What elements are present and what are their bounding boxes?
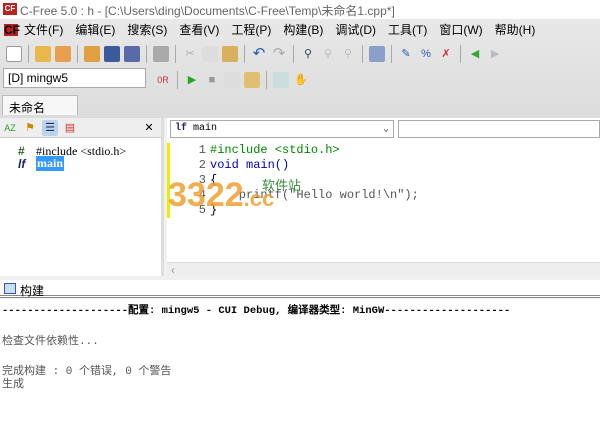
function-icon: lf: [18, 157, 26, 171]
doc-logo-icon: CF: [4, 22, 20, 37]
cut-icon[interactable]: ✂: [182, 46, 198, 62]
outline-item-main[interactable]: main: [36, 156, 65, 171]
comment-icon[interactable]: %: [418, 46, 434, 62]
undo-icon[interactable]: ↶: [251, 46, 267, 62]
menu-build[interactable]: 构建(B): [283, 21, 323, 38]
step-icon[interactable]: [273, 72, 289, 88]
new-file-icon[interactable]: [6, 46, 22, 62]
close-icon[interactable]: ✕: [141, 120, 157, 136]
compile-icon[interactable]: 0R: [155, 72, 171, 88]
menu-view[interactable]: 查看(V): [179, 21, 219, 38]
find-prev-icon[interactable]: ⚲: [320, 46, 336, 62]
compiler-select[interactable]: [D] mingw5: [3, 68, 146, 88]
output-line: 完成构建 : 0 个错误, 0 个警告: [2, 366, 172, 378]
stop-icon[interactable]: ■: [204, 72, 220, 88]
forward-icon[interactable]: ▶: [487, 46, 503, 62]
list-view-icon[interactable]: ☰: [42, 119, 58, 136]
open-project-icon[interactable]: [55, 46, 71, 62]
menu-debug[interactable]: 调试(D): [335, 21, 376, 38]
compiler-value: [D] mingw5: [8, 71, 69, 85]
function-select[interactable]: lf main ⌄: [170, 120, 394, 138]
rebuild-icon[interactable]: [244, 72, 260, 88]
title-bar: CF C-Free 5.0 : h - [C:\Users\ding\Docum…: [0, 0, 600, 19]
watermark-sub: 软件站: [262, 178, 302, 193]
chevron-down-icon: ⌄: [382, 124, 389, 135]
menu-tools[interactable]: 工具(T): [388, 21, 427, 38]
hand-icon[interactable]: ✋: [293, 72, 309, 88]
menu-window[interactable]: 窗口(W): [439, 21, 482, 38]
filter-icon[interactable]: ⚑: [22, 120, 38, 136]
options-icon[interactable]: ▤: [62, 120, 78, 136]
build-panel-title: 构建: [20, 284, 45, 298]
code-line[interactable]: 2 void main(): [170, 158, 289, 173]
menu-help[interactable]: 帮助(H): [495, 21, 536, 38]
new-project-icon[interactable]: [84, 46, 100, 62]
menu-project[interactable]: 工程(P): [231, 21, 271, 38]
menu-bar: CF 文件(F) 编辑(E) 搜索(S) 查看(V) 工程(P) 构建(B) 调…: [0, 20, 547, 39]
horizontal-scrollbar[interactable]: ‹: [167, 262, 600, 277]
menu-file[interactable]: 文件(F): [24, 21, 63, 38]
scroll-left-icon[interactable]: ‹: [167, 263, 175, 277]
output-line: 检查文件依赖性...: [2, 336, 99, 348]
redo-icon[interactable]: ↷: [271, 46, 287, 62]
watermark-logo: 3322.cc: [168, 176, 275, 214]
scope-select[interactable]: [398, 120, 600, 138]
window-title: C-Free 5.0 : h - [C:\Users\ding\Document…: [20, 4, 395, 18]
print-icon[interactable]: [153, 46, 169, 62]
tab-untitled1[interactable]: 未命名1.cpp*: [2, 95, 78, 130]
output-line: --------------------配置: mingw5 - CUI Deb…: [2, 305, 511, 317]
find-next-icon[interactable]: ⚲: [340, 46, 356, 62]
build-panel-header: 构建: [0, 280, 600, 298]
include-icon: #: [18, 144, 25, 158]
app-logo-icon: CF: [3, 3, 17, 15]
function-value: main: [193, 123, 218, 134]
back-icon[interactable]: ◀: [467, 46, 483, 62]
build-toolbar: 0R ▶ ■ ✋: [155, 71, 309, 89]
build-icon[interactable]: [224, 72, 240, 88]
copy-icon[interactable]: [202, 46, 218, 62]
output-line: 生成: [2, 379, 24, 391]
build-panel-icon: [4, 283, 16, 294]
replace-icon[interactable]: [369, 46, 385, 62]
open-folder-icon[interactable]: [35, 46, 51, 62]
find-icon[interactable]: ⚲: [300, 46, 316, 62]
save-all-icon[interactable]: [124, 46, 140, 62]
save-icon[interactable]: [104, 46, 120, 62]
code-line[interactable]: 1 #include <stdio.h>: [170, 143, 340, 158]
menu-search[interactable]: 搜索(S): [127, 21, 167, 38]
uncomment-icon[interactable]: ✗: [438, 46, 454, 62]
outline-panel: AZ ⚑ ☰ ▤ ✕ # #include <stdio.h> lf main: [0, 118, 164, 276]
run-icon[interactable]: ▶: [184, 72, 200, 88]
main-toolbar: ✂ ↶ ↷ ⚲ ⚲ ⚲ ✎ % ✗ ◀ ▶: [6, 45, 503, 63]
sort-icon[interactable]: AZ: [2, 120, 18, 136]
toggle-bookmark-icon[interactable]: ✎: [398, 46, 414, 62]
paste-icon[interactable]: [222, 46, 238, 62]
menu-edit[interactable]: 编辑(E): [75, 21, 115, 38]
build-output: --------------------配置: mingw5 - CUI Deb…: [0, 299, 600, 432]
